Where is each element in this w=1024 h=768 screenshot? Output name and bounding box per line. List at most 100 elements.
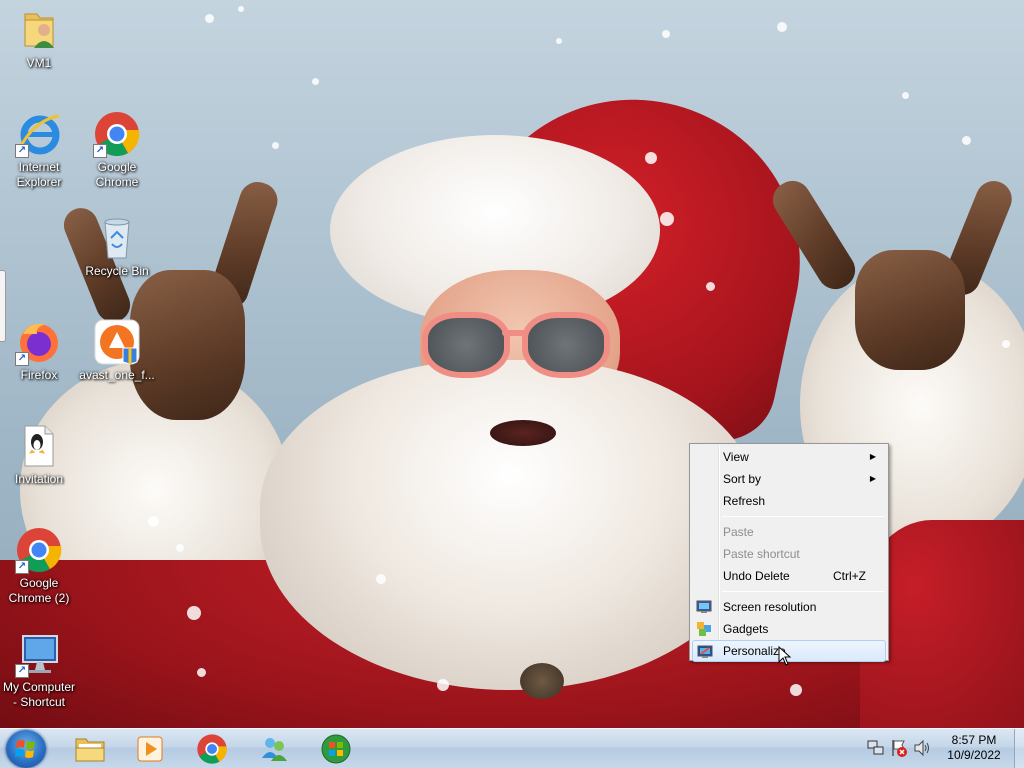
menu-item-paste-shortcut: Paste shortcut	[692, 543, 886, 565]
desktop-icon-internet-explorer[interactable]: ↗ Internet Explorer	[0, 110, 79, 190]
taskbar: 8:57 PM 10/9/2022	[0, 728, 1024, 768]
desktop-icon-vm1[interactable]: VM1	[0, 6, 79, 71]
document-icon	[15, 422, 63, 470]
screen-resolution-icon	[696, 599, 712, 615]
taskbar-chrome[interactable]	[184, 731, 240, 767]
user-folder-icon	[15, 6, 63, 54]
avast-installer-icon	[93, 318, 141, 366]
action-center-icon[interactable]	[889, 738, 909, 758]
snowflake	[660, 212, 674, 226]
media-player-icon	[137, 736, 163, 762]
taskbar-windows-update[interactable]	[308, 731, 364, 767]
windows-update-icon	[321, 734, 351, 764]
menu-item-label: View	[723, 450, 749, 464]
taskbar-media-player[interactable]	[122, 731, 178, 767]
desktop-icon-invitation[interactable]: Invitation	[0, 422, 79, 487]
desktop-icon-label: Firefox	[20, 368, 58, 382]
desktop-icon-label: VM1	[26, 56, 52, 70]
menu-item-label: Paste shortcut	[723, 547, 800, 561]
snowflake	[1002, 340, 1010, 348]
firefox-icon: ↗	[15, 318, 63, 366]
menu-item-label: Screen resolution	[723, 600, 817, 614]
computer-icon: ↗	[15, 630, 63, 678]
desktop-icon-label: Invitation	[14, 472, 64, 486]
submenu-arrow-icon: ▶	[869, 474, 876, 483]
windows-logo-icon	[15, 740, 35, 758]
snowflake	[176, 544, 184, 552]
wallpaper-coat-button	[520, 663, 564, 699]
menu-item-label: Undo Delete	[723, 569, 790, 583]
snowflake	[662, 30, 670, 38]
wallpaper-glove	[855, 250, 965, 370]
menu-item-refresh[interactable]: Refresh	[692, 490, 886, 512]
chrome-icon: ↗	[15, 526, 63, 574]
wallpaper-beard	[260, 360, 760, 690]
desktop-icon-avast[interactable]: avast_one_f...	[77, 318, 157, 383]
desktop-icon-my-computer[interactable]: ↗ My Computer - Shortcut	[0, 630, 79, 710]
menu-item-view[interactable]: View ▶	[692, 446, 886, 468]
gadgets-icon	[696, 621, 712, 637]
taskbar-messenger[interactable]	[246, 731, 302, 767]
show-desktop-button[interactable]	[1014, 729, 1024, 768]
personalize-icon	[697, 644, 713, 660]
internet-explorer-icon: ↗	[15, 110, 63, 158]
snowflake	[272, 142, 279, 149]
taskbar-windows-explorer[interactable]	[62, 731, 118, 767]
desktop-icon-google-chrome[interactable]: ↗ Google Chrome	[77, 110, 157, 190]
snowflake	[706, 282, 715, 291]
menu-item-screen-resolution[interactable]: Screen resolution	[692, 596, 886, 618]
menu-item-shortcut: Ctrl+Z	[833, 569, 866, 583]
menu-item-label: Sort by	[723, 472, 762, 486]
snowflake	[790, 684, 802, 696]
menu-item-sort-by[interactable]: Sort by ▶	[692, 468, 886, 490]
menu-item-label: Personalize	[723, 644, 786, 658]
snowflake	[376, 574, 386, 584]
network-icon[interactable]	[866, 738, 886, 758]
shortcut-arrow-icon: ↗	[93, 144, 107, 158]
desktop-icon-firefox[interactable]: ↗ Firefox	[0, 318, 79, 383]
desktop-icon-label: My Computer - Shortcut	[2, 680, 76, 709]
menu-item-gadgets[interactable]: Gadgets	[692, 618, 886, 640]
chrome-icon	[197, 734, 227, 764]
wallpaper-sunglass-left	[422, 312, 510, 378]
shortcut-arrow-icon: ↗	[15, 664, 29, 678]
desktop-icon-google-chrome-2[interactable]: ↗ Google Chrome (2)	[0, 526, 79, 606]
menu-item-label: Gadgets	[723, 622, 769, 636]
menu-item-label: Paste	[723, 525, 754, 539]
windows-live-messenger-icon	[262, 738, 287, 761]
desktop[interactable]: VM1 ↗ Internet Explorer ↗ Google Chrome	[0, 0, 1024, 728]
clock-time: 8:57 PM	[951, 733, 997, 747]
menu-item-undo-delete[interactable]: Undo Delete Ctrl+Z	[692, 565, 886, 587]
desktop-icon-label: Internet Explorer	[16, 160, 62, 189]
snowflake	[556, 38, 562, 44]
desktop-icon-label: Recycle Bin	[85, 264, 149, 278]
taskbar-clock[interactable]: 8:57 PM 10/9/2022	[936, 733, 1012, 763]
menu-separator	[722, 516, 884, 517]
snowflake	[238, 6, 244, 12]
shortcut-arrow-icon: ↗	[15, 144, 29, 158]
mouse-cursor-icon	[778, 645, 792, 666]
snowflake	[197, 668, 206, 677]
desktop-icon-label: Google Chrome (2)	[8, 576, 70, 605]
wallpaper-sunglass-bridge	[502, 330, 528, 336]
windows-explorer-icon	[75, 738, 105, 762]
snowflake	[205, 14, 214, 23]
desktop-icon-label: avast_one_f...	[79, 368, 155, 382]
snowflake	[148, 516, 159, 527]
volume-icon[interactable]	[912, 738, 932, 758]
menu-separator	[722, 591, 884, 592]
menu-item-paste: Paste	[692, 521, 886, 543]
desktop-icon-label: Google Chrome	[95, 160, 139, 189]
desktop-icon-recycle-bin[interactable]: Recycle Bin	[77, 214, 157, 279]
wallpaper-mouth	[490, 420, 556, 446]
recycle-bin-icon	[93, 214, 141, 262]
desktop-context-menu: View ▶ Sort by ▶ Refresh Paste Paste sho…	[689, 443, 889, 662]
clock-date: 10/9/2022	[947, 748, 1001, 762]
shortcut-arrow-icon: ↗	[15, 560, 29, 574]
snowflake	[645, 152, 657, 164]
shortcut-arrow-icon: ↗	[15, 352, 29, 366]
wallpaper-sunglass-right	[522, 312, 610, 378]
snowflake	[312, 78, 319, 85]
start-button[interactable]	[6, 730, 46, 768]
submenu-arrow-icon: ▶	[869, 452, 876, 461]
